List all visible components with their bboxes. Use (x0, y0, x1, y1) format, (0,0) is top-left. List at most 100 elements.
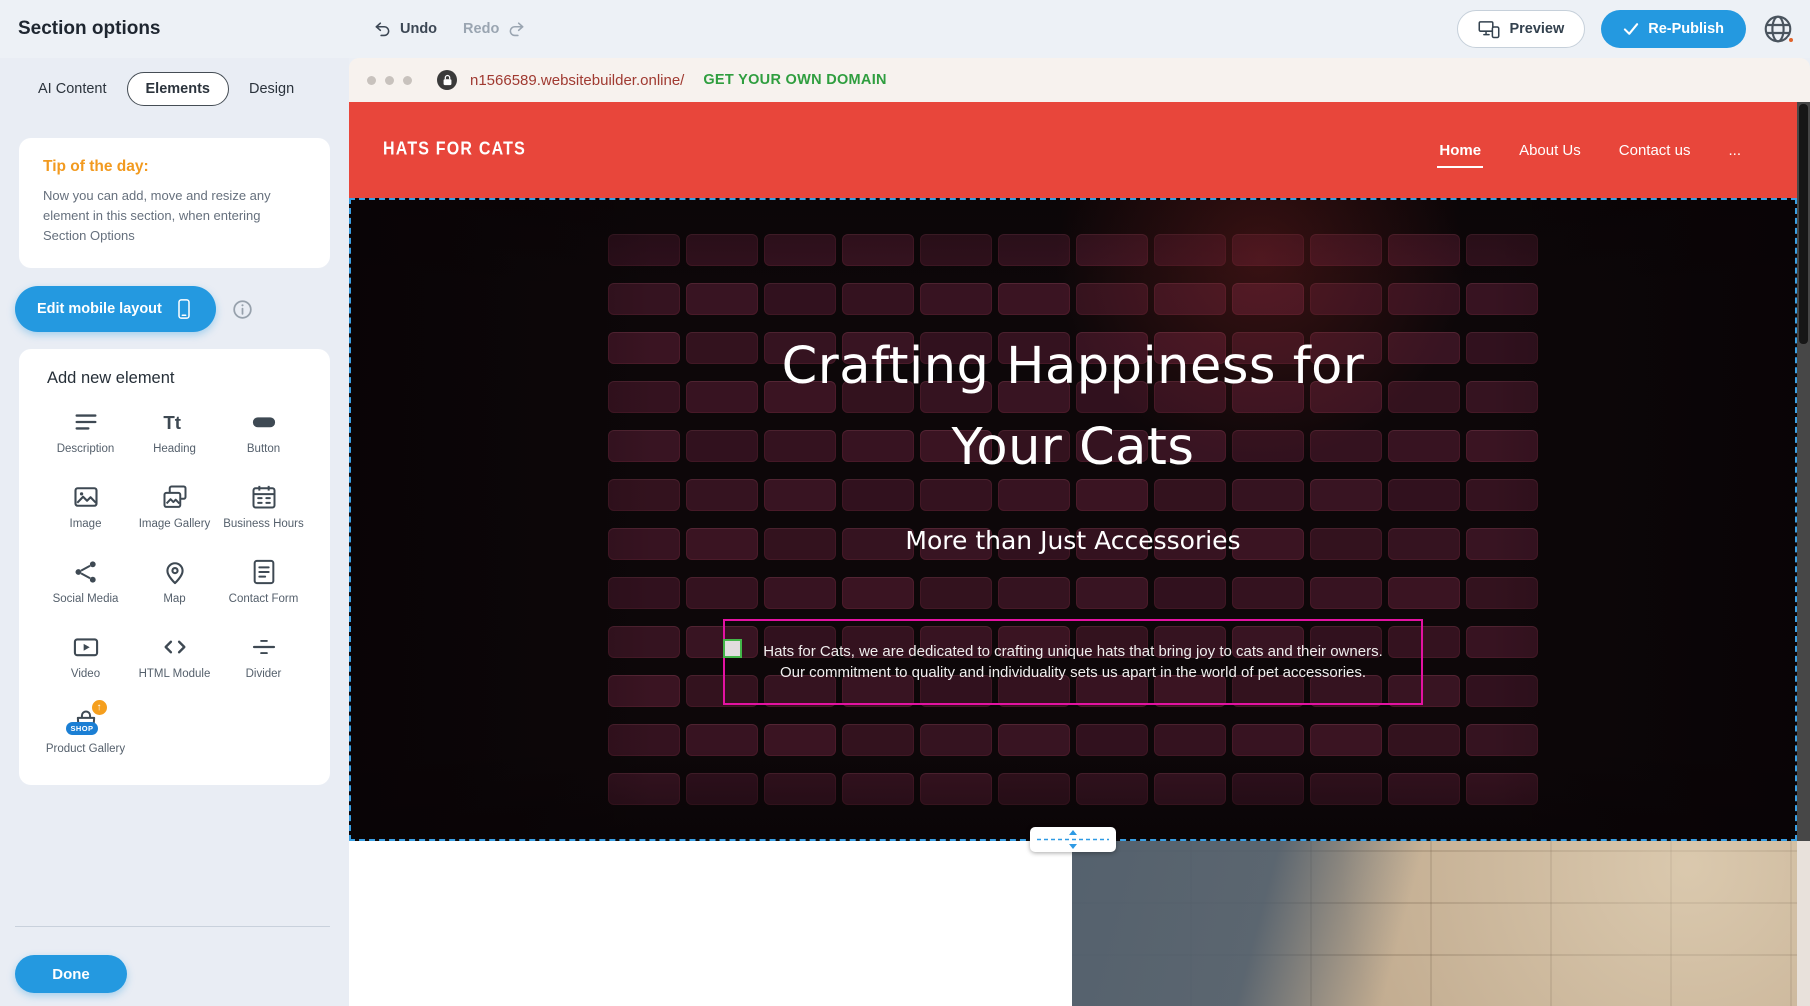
site-url: n1566589.websitebuilder.online/ (470, 72, 684, 89)
get-domain-link[interactable]: GET YOUR OWN DOMAIN (703, 72, 886, 88)
add-element-title: Add new element (47, 369, 308, 388)
element-label: Product Gallery (46, 742, 125, 757)
site-logo[interactable]: HATS FOR CATS (383, 140, 526, 161)
add-element-social-media[interactable]: Social Media (41, 554, 130, 611)
element-label: Social Media (53, 592, 119, 607)
hero-paragraph[interactable]: Hats for Cats, we are dedicated to craft… (733, 641, 1413, 683)
below-fold (349, 841, 1797, 1006)
add-element-heading[interactable]: Tt Heading (130, 404, 219, 461)
tab-ai-content[interactable]: AI Content (28, 73, 117, 105)
divider-icon (250, 633, 278, 661)
redo-icon (506, 20, 525, 39)
sidebar-bottom: Done (0, 926, 349, 1006)
sidebar-divider (15, 926, 330, 927)
add-element-image-gallery[interactable]: Image Gallery (130, 479, 219, 536)
notification-dot (1787, 36, 1795, 44)
site-nav: Home About Us Contact us ... (1439, 142, 1741, 159)
hero-content: Crafting Happiness for Your Cats More th… (351, 200, 1795, 839)
site-header[interactable]: HATS FOR CATS Home About Us Contact us .… (349, 102, 1797, 198)
undo-icon (374, 20, 393, 39)
edit-mobile-label: Edit mobile layout (37, 301, 162, 317)
nav-contact-us[interactable]: Contact us (1619, 142, 1691, 159)
hero-subheading[interactable]: More than Just Accessories (905, 526, 1240, 555)
hero-heading-line1: Crafting Happiness for (782, 326, 1365, 407)
element-resize-handle[interactable] (723, 639, 742, 658)
topbar: Section options Undo Redo Preview Re-Pub… (0, 0, 1810, 58)
lock-icon (437, 70, 457, 90)
element-label: Contact Form (229, 592, 299, 607)
browser-window: n1566589.websitebuilder.online/ GET YOUR… (349, 58, 1810, 1006)
redo-button[interactable]: Redo (463, 20, 525, 39)
topbar-actions: Preview Re-Publish (1457, 10, 1810, 48)
paving-photo (1072, 841, 1797, 1006)
site-preview: n1566589.websitebuilder.online/ GET YOUR… (349, 58, 1810, 1006)
sidebar: AI Content Elements Design Tip of the da… (0, 58, 349, 1006)
page-title: Section options (18, 18, 161, 40)
hero-paragraph-line2: Our commitment to quality and individual… (733, 662, 1413, 683)
add-element-contact-form[interactable]: Contact Form (219, 554, 308, 611)
edit-mobile-layout-button[interactable]: Edit mobile layout (15, 286, 216, 332)
selected-paragraph-element[interactable]: Hats for Cats, we are dedicated to craft… (723, 619, 1423, 705)
site-area: HATS FOR CATS Home About Us Contact us .… (349, 102, 1810, 1006)
app: Section options Undo Redo Preview Re-Pub… (0, 0, 1810, 1006)
devices-icon (1478, 20, 1500, 39)
preview-label: Preview (1509, 21, 1564, 37)
add-element-business-hours[interactable]: Business Hours (219, 479, 308, 536)
element-label: Video (71, 667, 100, 682)
hero-section-selected[interactable]: Crafting Happiness for Your Cats More th… (349, 198, 1797, 841)
add-element-image[interactable]: Image (41, 479, 130, 536)
element-label: HTML Module (139, 667, 211, 682)
tip-title: Tip of the day: (43, 158, 306, 176)
undo-label: Undo (400, 21, 437, 37)
add-element-card: Add new element Description Tt Heading B… (19, 349, 330, 785)
element-label: Business Hours (223, 517, 304, 532)
add-element-html-module[interactable]: HTML Module (130, 629, 219, 686)
shop-pill-badge: SHOP (66, 722, 99, 735)
preview-button[interactable]: Preview (1457, 10, 1585, 48)
check-icon (1623, 22, 1639, 36)
product-gallery-icon: SHOP ↑ (72, 708, 100, 736)
add-element-button[interactable]: Button (219, 404, 308, 461)
phone-icon (174, 298, 194, 320)
heading-icon: Tt (161, 408, 189, 436)
tip-body: Now you can add, move and resize any ele… (43, 186, 306, 246)
button-icon (250, 408, 278, 436)
window-dot (403, 76, 412, 85)
tab-elements[interactable]: Elements (127, 72, 229, 106)
element-grid: Description Tt Heading Button Image (41, 404, 308, 761)
preview-scrollbar[interactable] (1797, 102, 1810, 1006)
business-hours-icon (250, 483, 278, 511)
done-button[interactable]: Done (15, 955, 127, 993)
image-icon (72, 483, 100, 511)
add-element-divider[interactable]: Divider (219, 629, 308, 686)
add-element-map[interactable]: Map (130, 554, 219, 611)
contact-form-icon (250, 558, 278, 586)
undo-button[interactable]: Undo (374, 20, 437, 39)
info-icon (232, 299, 253, 320)
add-element-video[interactable]: Video (41, 629, 130, 686)
section-resize-handle[interactable] (1030, 827, 1116, 852)
element-label: Image Gallery (139, 517, 211, 532)
element-label: Divider (246, 667, 282, 682)
info-button[interactable] (232, 299, 253, 320)
history-controls: Undo Redo (374, 0, 525, 58)
next-section-white (349, 841, 1072, 1006)
map-pin-icon (161, 558, 189, 586)
nav-about-us[interactable]: About Us (1519, 142, 1581, 159)
svg-text:Tt: Tt (163, 412, 181, 433)
upgrade-badge-icon: ↑ (92, 700, 107, 715)
language-globe-button[interactable] (1762, 13, 1794, 45)
scrollbar-thumb[interactable] (1799, 104, 1808, 344)
tab-design[interactable]: Design (239, 73, 304, 105)
hero-heading[interactable]: Crafting Happiness for Your Cats (782, 326, 1365, 488)
add-element-description[interactable]: Description (41, 404, 130, 461)
nav-more[interactable]: ... (1728, 142, 1741, 159)
element-label: Button (247, 442, 280, 457)
window-dot (385, 76, 394, 85)
republish-button[interactable]: Re-Publish (1601, 10, 1746, 48)
content-row: AI Content Elements Design Tip of the da… (0, 58, 1810, 1006)
sidebar-tabs: AI Content Elements Design (28, 72, 349, 106)
hero-paragraph-line1: Hats for Cats, we are dedicated to craft… (733, 641, 1413, 662)
nav-home[interactable]: Home (1439, 142, 1481, 159)
add-element-product-gallery[interactable]: SHOP ↑ Product Gallery (41, 704, 130, 761)
